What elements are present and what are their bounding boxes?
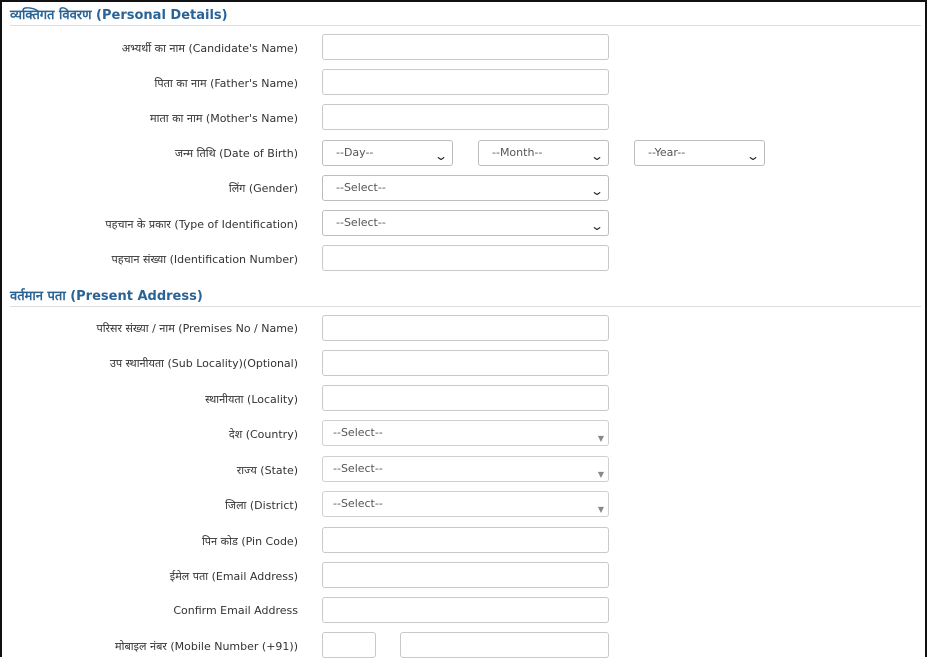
dob-year-value: --Year-- — [648, 146, 686, 159]
chevron-down-icon: ⌄ — [433, 149, 449, 163]
state-select[interactable]: --Select-- ▼ — [322, 456, 609, 482]
father-name-input[interactable] — [322, 69, 609, 95]
section-divider — [10, 306, 921, 307]
premises-label: परिसर संख्या / नाम (Premises No / Name) — [96, 322, 298, 335]
gender-value: --Select-- — [336, 181, 386, 194]
dropdown-triangle-icon: ▼ — [597, 470, 604, 479]
dob-day-value: --Day-- — [336, 146, 374, 159]
dob-day-select[interactable]: --Day-- ⌄ — [322, 140, 453, 166]
chevron-down-icon: ⌄ — [589, 219, 605, 233]
dob-month-select[interactable]: --Month-- ⌄ — [478, 140, 609, 166]
section-title-personal: व्यक्तिगत विवरण (Personal Details) — [10, 8, 228, 23]
district-select[interactable]: --Select-- ▼ — [322, 491, 609, 517]
dob-year-select[interactable]: --Year-- ⌄ — [634, 140, 765, 166]
section-divider — [10, 25, 921, 26]
mobile-label: मोबाइल नंबर (Mobile Number (+91)) — [115, 640, 298, 653]
state-label: राज्य (State) — [236, 464, 298, 477]
pin-label: पिन कोड (Pin Code) — [201, 535, 298, 548]
id-type-value: --Select-- — [336, 216, 386, 229]
chevron-down-icon: ⌄ — [745, 149, 761, 163]
locality-input[interactable] — [322, 385, 609, 411]
dob-month-value: --Month-- — [492, 146, 543, 159]
section-title-address: वर्तमान पता (Present Address) — [10, 289, 203, 304]
country-select[interactable]: --Select-- ▼ — [322, 420, 609, 446]
mother-name-input[interactable] — [322, 104, 609, 130]
pin-input[interactable] — [322, 527, 609, 553]
mobile-number-input[interactable] — [400, 632, 609, 658]
chevron-down-icon: ⌄ — [589, 149, 605, 163]
sub-locality-label: उप स्थानीयता (Sub Locality)(Optional) — [109, 357, 298, 370]
confirm-email-input[interactable] — [322, 597, 609, 623]
gender-select[interactable]: --Select-- ⌄ — [322, 175, 609, 201]
id-number-label: पहचान संख्या (Identification Number) — [111, 253, 298, 266]
country-value: --Select-- — [333, 426, 383, 439]
mother-name-label: माता का नाम (Mother's Name) — [150, 112, 298, 125]
sub-locality-input[interactable] — [322, 350, 609, 376]
dropdown-triangle-icon: ▼ — [597, 434, 604, 443]
id-type-select[interactable]: --Select-- ⌄ — [322, 210, 609, 236]
premises-input[interactable] — [322, 315, 609, 341]
mobile-prefix-input[interactable] — [322, 632, 376, 658]
gender-label: लिंग (Gender) — [228, 182, 298, 195]
state-value: --Select-- — [333, 462, 383, 475]
country-label: देश (Country) — [228, 428, 298, 441]
district-label: जिला (District) — [225, 499, 298, 512]
father-name-label: पिता का नाम (Father's Name) — [154, 77, 298, 90]
email-input[interactable] — [322, 562, 609, 588]
chevron-down-icon: ⌄ — [589, 184, 605, 198]
candidate-name-input[interactable] — [322, 34, 609, 60]
locality-label: स्थानीयता (Locality) — [205, 393, 298, 406]
candidate-name-label: अभ्यर्थी का नाम (Candidate's Name) — [121, 42, 298, 55]
id-number-input[interactable] — [322, 245, 609, 271]
confirm-email-label: Confirm Email Address — [173, 604, 298, 617]
dropdown-triangle-icon: ▼ — [597, 505, 604, 514]
dob-label: जन्म तिथि (Date of Birth) — [174, 147, 298, 160]
email-label: ईमेल पता (Email Address) — [169, 570, 298, 583]
district-value: --Select-- — [333, 497, 383, 510]
id-type-label: पहचान के प्रकार (Type of Identification) — [105, 218, 298, 231]
